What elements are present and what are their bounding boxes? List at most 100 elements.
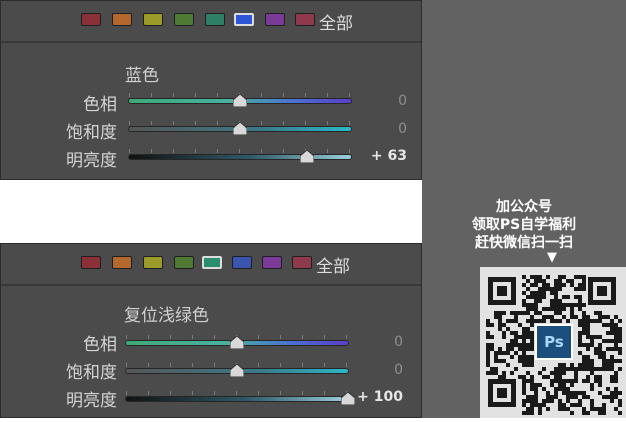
qr-module [546, 399, 550, 403]
qr-module [530, 379, 534, 383]
qr-module [618, 335, 622, 339]
qr-module [590, 335, 594, 339]
qr-module [486, 363, 490, 367]
qr-module [514, 335, 518, 339]
swatch-blue[interactable] [232, 256, 252, 269]
qr-module [566, 379, 570, 383]
qr-module [570, 367, 574, 371]
swatch-green[interactable] [174, 256, 194, 269]
luminance-slider-thumb[interactable] [299, 150, 314, 163]
qr-module [590, 403, 594, 407]
luminance-value: + 100 [357, 389, 403, 405]
qr-module [578, 307, 582, 311]
swatch-aqua[interactable] [205, 13, 225, 26]
reset-section-title[interactable]: 复位浅绿色 [124, 301, 209, 326]
qr-module [586, 375, 590, 379]
qr-module [570, 315, 574, 319]
qr-module [486, 331, 490, 335]
qr-module [598, 411, 602, 415]
qr-module [566, 407, 570, 411]
qr-module [514, 343, 518, 347]
saturation-slider-thumb[interactable] [233, 122, 247, 135]
swatch-blue[interactable] [234, 13, 254, 26]
qr-module [518, 375, 522, 379]
qr-module [598, 379, 602, 383]
luminance-slider-track[interactable] [129, 155, 351, 159]
qr-module [530, 343, 534, 347]
all-colors-label[interactable]: 全部 [316, 252, 350, 277]
promo-line-2: 领取PS自学福利 [471, 217, 577, 233]
qr-module [554, 375, 558, 379]
qr-module [498, 315, 502, 319]
hue-slider-thumb[interactable] [233, 94, 247, 107]
qr-module [614, 359, 618, 363]
qr-module [590, 319, 594, 323]
qr-module [538, 275, 542, 279]
qr-module [610, 347, 614, 351]
qr-module [526, 303, 530, 307]
qr-module [526, 327, 530, 331]
qr-module [498, 311, 502, 315]
qr-module [510, 319, 514, 323]
photoshop-logo-icon: Ps [535, 324, 573, 360]
qr-module [546, 407, 550, 411]
qr-module [546, 307, 550, 311]
qr-module [514, 351, 518, 355]
qr-module [610, 367, 614, 371]
qr-module [522, 411, 526, 415]
qr-module [562, 387, 566, 391]
qr-module [610, 339, 614, 343]
color-swatch-row: 全部 [1, 244, 421, 286]
luminance-slider-track[interactable] [126, 397, 348, 401]
swatch-red[interactable] [81, 256, 101, 269]
qr-module [526, 331, 530, 335]
qr-module [538, 311, 542, 315]
swatch-magenta[interactable] [292, 256, 312, 269]
qr-module [522, 379, 526, 383]
qr-module [538, 319, 542, 323]
qr-module [570, 311, 574, 315]
qr-module [558, 275, 562, 279]
qr-module [522, 343, 526, 347]
qr-module [582, 391, 586, 395]
swatch-green[interactable] [174, 13, 194, 26]
hue-slider-thumb[interactable] [230, 336, 244, 349]
qr-module [578, 283, 582, 287]
qr-module [570, 411, 574, 415]
swatch-orange[interactable] [112, 256, 132, 269]
qr-module [602, 367, 606, 371]
swatch-yellow[interactable] [143, 256, 163, 269]
qr-module [526, 355, 530, 359]
qr-module [554, 283, 558, 287]
qr-module [610, 375, 614, 379]
qr-module [562, 367, 566, 371]
qr-module [574, 275, 578, 279]
qr-module [550, 379, 554, 383]
swatch-red[interactable] [81, 13, 101, 26]
swatch-aqua[interactable] [202, 256, 222, 269]
qr-module [498, 347, 502, 351]
swatch-purple[interactable] [262, 256, 282, 269]
qr-module [534, 399, 538, 403]
section-title: 蓝色 [125, 66, 159, 86]
qr-module [522, 375, 526, 379]
qr-module [618, 367, 622, 371]
swatch-orange[interactable] [112, 13, 132, 26]
all-colors-label[interactable]: 全部 [319, 9, 353, 34]
qr-module [530, 323, 534, 327]
qr-module [554, 295, 558, 299]
qr-module [538, 279, 542, 283]
luminance-slider-ticks [129, 149, 351, 153]
qr-module [574, 303, 578, 307]
swatch-yellow[interactable] [143, 13, 163, 26]
qr-module [586, 331, 590, 335]
qr-module [594, 407, 598, 411]
swatch-purple[interactable] [265, 13, 285, 26]
qr-module [598, 343, 602, 347]
color-swatch-row: 全部 [1, 1, 421, 43]
qr-module [554, 319, 558, 323]
qr-module [534, 311, 538, 315]
qr-module [502, 375, 506, 379]
swatch-magenta[interactable] [295, 13, 315, 26]
saturation-slider-thumb[interactable] [230, 364, 244, 377]
